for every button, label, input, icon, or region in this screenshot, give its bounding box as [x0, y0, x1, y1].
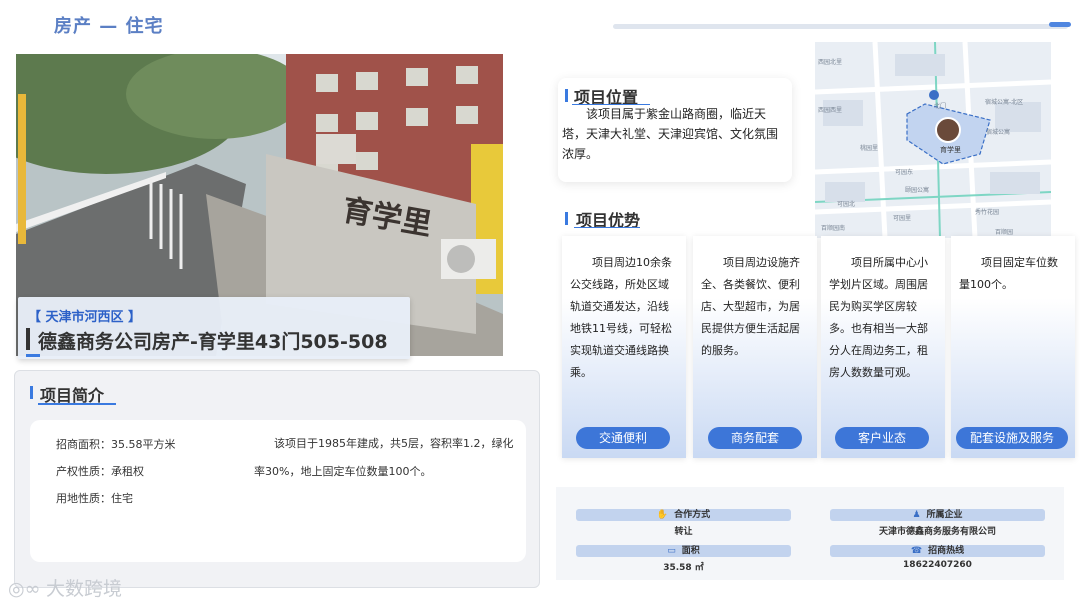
person-icon: ♟ — [912, 510, 921, 520]
map-label: 北门 — [934, 102, 946, 110]
cooperation-label-text: 合作方式 — [674, 510, 711, 520]
intro-field-label: 招商面积： — [56, 438, 111, 451]
area-label-text: 面积 — [681, 546, 700, 556]
map-label: 百顺园 — [995, 229, 1013, 236]
map-label: 秀竹花园 — [975, 208, 999, 216]
header-divider-accent — [1049, 22, 1071, 27]
map-label: 颐园公寓 — [905, 186, 929, 194]
watermark: ◎∞ 大数跨境 — [8, 574, 122, 601]
intro-field-area: 招商面积：35.58平方米 — [56, 436, 176, 452]
hotline-value[interactable]: 18622407260 — [830, 560, 1045, 570]
advantage-pill-facilities[interactable]: 配套设施及服务 — [956, 427, 1068, 449]
map-label: 可园里 — [893, 215, 911, 222]
intro-field-value: 35.58平方米 — [111, 438, 176, 451]
map-label: 百顺园南 — [821, 224, 845, 232]
cooperation-value: 转让 — [674, 527, 693, 537]
intro-title-mark — [30, 386, 33, 399]
intro-title-underline — [38, 403, 116, 405]
map-label-target: 育学里 — [940, 145, 961, 154]
intro-description: 该项目于1985年建成，共5层，容积率1.2，绿化率30%，地上固定车位数量10… — [254, 437, 514, 478]
advantage-text: 项目固定车位数量100个。 — [959, 256, 1058, 291]
map-label: 可园东 — [895, 168, 913, 176]
header-divider — [613, 24, 1068, 29]
advantage-card-commerce: 项目周边设施齐全、各类餐饮、便利店、大型超市，为居民提供方便生活起居的服务。 — [693, 236, 817, 458]
map-label: 桃园里 — [860, 144, 878, 152]
company-label: ♟ 所属企业 — [830, 509, 1045, 521]
map-label: 宿城公寓-北区 — [985, 98, 1023, 106]
advantage-pill-transport[interactable]: 交通便利 — [576, 427, 670, 449]
project-name: 德鑫商务公司房产-育学里43门505-508 — [38, 331, 388, 353]
advantage-card-transport: 项目周边10余条公交线路，所处区域轨道交通发达，沿线地铁11号线，可轻松实现轨道… — [562, 236, 686, 458]
caption-bar — [26, 328, 30, 350]
advantages-title-underline — [574, 227, 640, 228]
company-value: 天津市德鑫商务服务有限公司 — [878, 527, 996, 537]
map-label: 可园北 — [837, 200, 855, 208]
phone-icon: ☎ — [910, 546, 923, 556]
hotline-label-text: 招商热线 — [928, 546, 965, 556]
location-title-mark — [565, 89, 568, 102]
watermark-text: 大数跨境 — [46, 578, 123, 600]
map-label: 宿城公寓 — [986, 128, 1010, 136]
advantage-pill-commerce[interactable]: 商务配套 — [708, 427, 802, 449]
advantage-card-customers: 项目所属中心小学划片区域。周围居民为购买学区房较多。也有相当一大部分人在周边务工… — [821, 236, 945, 458]
intro-field-label: 产权性质： — [56, 465, 111, 478]
advantage-card-facilities: 项目固定车位数量100个。 — [951, 236, 1075, 458]
handshake-icon: ✋ — [656, 510, 669, 520]
cooperation-label: ✋ 合作方式 — [576, 509, 791, 521]
location-map[interactable]: 西园北里 宿城公寓-北区 西园西里 北门 宿城公寓 育学里 桃园里 可园东 颐园… — [815, 42, 1051, 238]
intro-field-value: 承租权 — [111, 465, 144, 478]
photo-caption: 【 天津市河西区 】 德鑫商务公司房产-育学里43门505-508 — [18, 297, 410, 359]
intro-field-ownership: 产权性质：承租权 — [56, 463, 144, 479]
location-text: 该项目属于紫金山路商圈，临近天塔，天津大礼堂、天津迎宾馆、文化氛围浓厚。 — [562, 107, 779, 161]
advantage-text: 项目周边设施齐全、各类餐饮、便利店、大型超市，为居民提供方便生活起居的服务。 — [701, 256, 800, 357]
watermark-logo-icon: ◎∞ — [8, 578, 41, 600]
area-value: 35.58 ㎡ — [663, 563, 704, 573]
company-label-text: 所属企业 — [926, 510, 963, 520]
advantage-text: 项目周边10余条公交线路，所处区域轨道交通发达，沿线地铁11号线，可轻松实现轨道… — [570, 256, 672, 379]
caption-underline — [26, 354, 40, 357]
map-label: 西园西里 — [818, 107, 842, 114]
intro-field-label: 用地性质： — [56, 492, 111, 505]
advantage-text: 项目所属中心小学划片区域。周围居民为购买学区房较多。也有相当一大部分人在周边务工… — [829, 256, 928, 379]
area-label: ▭ 面积 — [576, 545, 791, 557]
intro-field-value: 住宅 — [111, 492, 133, 505]
hotline-label: ☎ 招商热线 — [830, 545, 1045, 557]
district-label: 【 天津市河西区 】 — [28, 310, 142, 325]
advantages-title-mark — [565, 212, 568, 225]
page-title: 房产 — 住宅 — [54, 16, 164, 37]
laptop-icon: ▭ — [667, 546, 676, 556]
map-label: 西园北里 — [818, 58, 842, 66]
intro-field-landuse: 用地性质：住宅 — [56, 490, 133, 506]
advantage-pill-customers[interactable]: 客户业态 — [835, 427, 929, 449]
